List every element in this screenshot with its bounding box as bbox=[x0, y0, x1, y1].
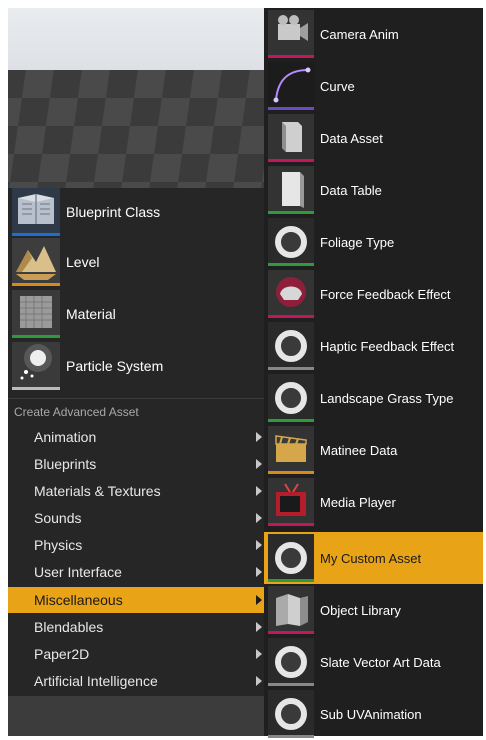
category-blueprints[interactable]: Blueprints bbox=[8, 451, 264, 477]
submenu-item-curve[interactable]: Curve bbox=[264, 60, 483, 112]
curve-icon bbox=[268, 62, 314, 110]
custom-asset-icon bbox=[268, 534, 314, 582]
submenu-item-data-asset[interactable]: Data Asset bbox=[264, 112, 483, 164]
category-label: Artificial Intelligence bbox=[34, 673, 158, 689]
category-paper2d[interactable]: Paper2D bbox=[8, 641, 264, 667]
submenu-item-label: Object Library bbox=[320, 602, 401, 618]
section-title: Create Advanced Asset bbox=[14, 405, 139, 419]
menu-divider bbox=[8, 398, 264, 399]
media-player-icon bbox=[268, 478, 314, 526]
category-label: Physics bbox=[34, 537, 83, 553]
viewport-floor-grid bbox=[8, 70, 264, 188]
chevron-right-icon bbox=[256, 676, 262, 686]
submenu-item-label: Foliage Type bbox=[320, 234, 395, 250]
submenu-item-label: Slate Vector Art Data bbox=[320, 654, 441, 670]
category-label: User Interface bbox=[34, 564, 122, 580]
menu-footer bbox=[8, 696, 264, 736]
submenu-item-data-table[interactable]: Data Table bbox=[264, 164, 483, 216]
category-sounds[interactable]: Sounds bbox=[8, 505, 264, 531]
submenu-item-label: Sub UVAnimation bbox=[320, 706, 422, 722]
level-icon bbox=[12, 238, 60, 286]
submenu-item-slate-vector-art-data[interactable]: Slate Vector Art Data bbox=[264, 636, 483, 688]
menu-item-label: Blueprint Class bbox=[66, 204, 161, 220]
category-label: Blendables bbox=[34, 619, 104, 635]
category-label: Miscellaneous bbox=[34, 592, 123, 608]
submenu-item-media-player[interactable]: Media Player bbox=[264, 476, 483, 528]
submenu-item-label: Data Table bbox=[320, 182, 382, 198]
submenu-item-label: Matinee Data bbox=[320, 442, 398, 458]
chevron-right-icon bbox=[256, 486, 262, 496]
matinee-data-icon bbox=[268, 426, 314, 474]
category-physics[interactable]: Physics bbox=[8, 532, 264, 558]
chevron-right-icon bbox=[256, 567, 262, 577]
data-asset-icon bbox=[268, 114, 314, 162]
submenu-item-matinee-data[interactable]: Matinee Data bbox=[264, 424, 483, 476]
submenu-item-my-custom-asset[interactable]: My Custom Asset bbox=[264, 532, 483, 584]
chevron-right-icon bbox=[256, 649, 262, 659]
haptic-feedback-icon bbox=[268, 322, 314, 370]
menu-item-label: Particle System bbox=[66, 358, 164, 374]
submenu-item-label: Camera Anim bbox=[320, 26, 399, 42]
category-miscellaneous[interactable]: Miscellaneous bbox=[8, 587, 264, 613]
category-label: Materials & Textures bbox=[34, 483, 161, 499]
blueprint-class-icon bbox=[12, 188, 60, 236]
submenu-item-label: My Custom Asset bbox=[320, 550, 422, 566]
category-materials-textures[interactable]: Materials & Textures bbox=[8, 478, 264, 504]
object-library-icon bbox=[268, 586, 314, 634]
submenu-item-sub-uvanimation[interactable]: Sub UVAnimation bbox=[264, 688, 483, 740]
chevron-right-icon bbox=[256, 432, 262, 442]
menu-item-label: Material bbox=[66, 306, 116, 322]
submenu-item-label: Data Asset bbox=[320, 130, 383, 146]
menu-item-level[interactable]: Level bbox=[8, 238, 264, 286]
category-label: Blueprints bbox=[34, 456, 97, 472]
category-label: Sounds bbox=[34, 510, 82, 526]
menu-item-particle-system[interactable]: Particle System bbox=[8, 342, 264, 390]
sub-uv-animation-icon bbox=[268, 690, 314, 738]
chevron-right-icon bbox=[256, 513, 262, 523]
force-feedback-icon bbox=[268, 270, 314, 318]
particle-system-icon bbox=[12, 342, 60, 390]
submenu-item-label: Landscape Grass Type bbox=[320, 390, 454, 406]
submenu-item-label: Media Player bbox=[320, 494, 396, 510]
submenu-item-haptic-feedback-effect[interactable]: Haptic Feedback Effect bbox=[264, 320, 483, 372]
submenu-item-camera-anim[interactable]: Camera Anim bbox=[264, 8, 483, 60]
submenu-item-label: Force Feedback Effect bbox=[320, 286, 451, 302]
submenu-item-landscape-grass-type[interactable]: Landscape Grass Type bbox=[264, 372, 483, 424]
slate-vector-icon bbox=[268, 638, 314, 686]
chevron-right-icon bbox=[256, 540, 262, 550]
category-artificial-intelligence[interactable]: Artificial Intelligence bbox=[8, 668, 264, 694]
category-user-interface[interactable]: User Interface bbox=[8, 559, 264, 585]
material-icon bbox=[12, 290, 60, 338]
menu-item-blueprint-class[interactable]: Blueprint Class bbox=[8, 188, 264, 236]
category-label: Animation bbox=[34, 429, 97, 445]
data-table-icon bbox=[268, 166, 314, 214]
menu-item-material[interactable]: Material bbox=[8, 290, 264, 338]
submenu-item-force-feedback-effect[interactable]: Force Feedback Effect bbox=[264, 268, 483, 320]
category-label: Paper2D bbox=[34, 646, 90, 662]
submenu-item-foliage-type[interactable]: Foliage Type bbox=[264, 216, 483, 268]
landscape-grass-icon bbox=[268, 374, 314, 422]
miscellaneous-submenu: Camera Anim Curve Data Asset Data Table … bbox=[264, 8, 483, 738]
chevron-right-icon bbox=[256, 595, 262, 605]
category-blendables[interactable]: Blendables bbox=[8, 614, 264, 640]
submenu-item-label: Curve bbox=[320, 78, 355, 94]
category-animation[interactable]: Animation bbox=[8, 424, 264, 450]
menu-item-label: Level bbox=[66, 254, 100, 270]
submenu-item-object-library[interactable]: Object Library bbox=[264, 584, 483, 636]
camera-anim-icon bbox=[268, 10, 314, 58]
level-viewport[interactable] bbox=[8, 8, 264, 188]
foliage-type-icon bbox=[268, 218, 314, 266]
chevron-right-icon bbox=[256, 622, 262, 632]
submenu-item-label: Haptic Feedback Effect bbox=[320, 338, 455, 354]
chevron-right-icon bbox=[256, 459, 262, 469]
new-asset-menu: Blueprint Class Level Material Particle … bbox=[8, 188, 264, 736]
